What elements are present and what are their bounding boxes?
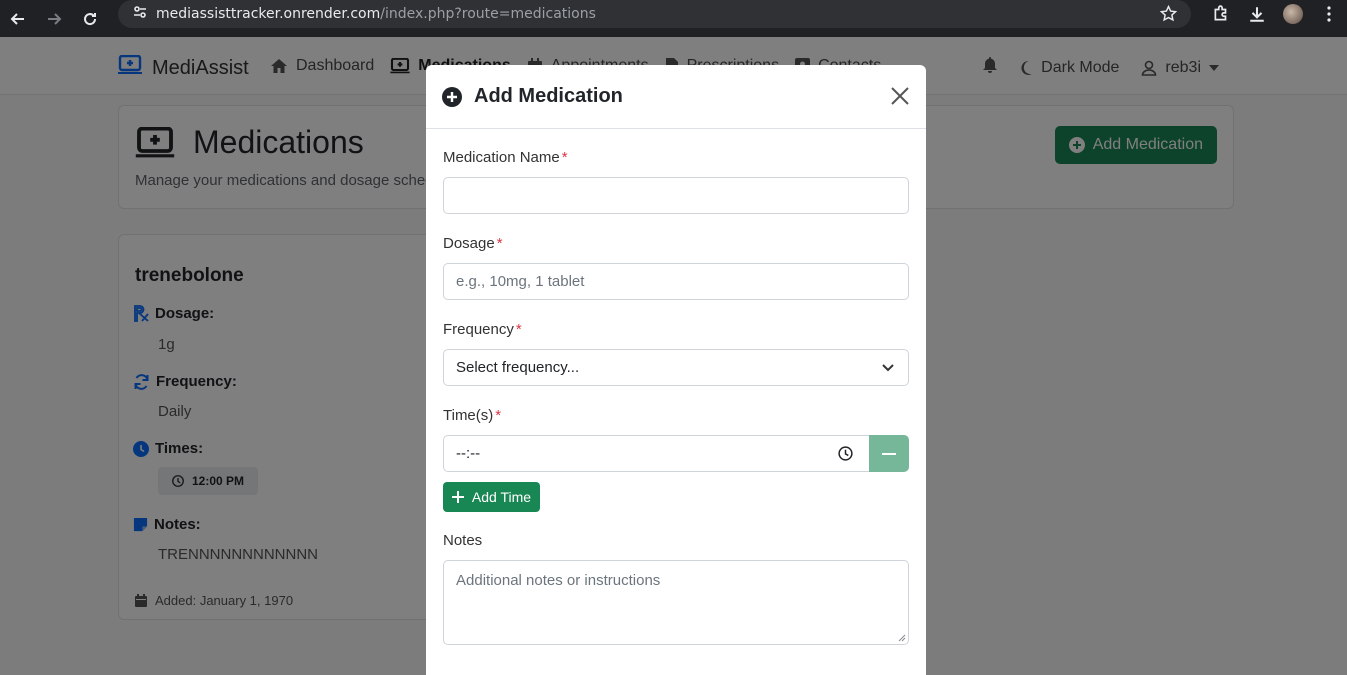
minus-icon <box>882 452 896 455</box>
reload-icon[interactable] <box>72 0 108 37</box>
add-medication-modal: Add Medication Medication Name * Dosage * … <box>426 65 926 675</box>
frequency-field-label: Frequency * <box>443 321 522 338</box>
bookmark-star-icon[interactable] <box>1159 4 1178 27</box>
remove-time-button[interactable] <box>869 435 909 472</box>
modal-header: Add Medication <box>426 65 926 129</box>
frequency-select[interactable]: Select frequency... <box>443 349 909 386</box>
frequency-select-value: Select frequency... <box>456 359 580 376</box>
chevron-down-icon <box>882 363 894 371</box>
close-icon[interactable] <box>890 86 910 111</box>
download-icon[interactable] <box>1239 5 1275 23</box>
notes-placeholder: Additional notes or instructions <box>456 572 661 589</box>
add-time-label: Add Time <box>471 489 532 505</box>
profile-avatar[interactable] <box>1275 4 1311 24</box>
extensions-icon[interactable] <box>1203 5 1239 23</box>
dosage-input[interactable]: e.g., 10mg, 1 tablet <box>443 263 909 300</box>
more-menu-icon[interactable] <box>1311 5 1347 23</box>
site-info-icon[interactable] <box>132 4 150 25</box>
dosage-placeholder: e.g., 10mg, 1 tablet <box>456 273 585 290</box>
resize-handle-icon[interactable] <box>898 634 906 642</box>
address-bar[interactable]: mediassisttracker.onrender.com/index.php… <box>118 0 1191 28</box>
plus-circle-icon <box>442 86 462 107</box>
forward-icon[interactable] <box>36 0 72 37</box>
time-input[interactable]: --:-- <box>443 435 870 472</box>
times-field-label: Time(s) * <box>443 407 502 424</box>
url-text: mediassisttracker.onrender.com/index.php… <box>156 6 596 22</box>
time-input-value: --:-- <box>456 445 481 462</box>
modal-title-text: Add Medication <box>474 85 623 107</box>
plus-icon <box>451 491 464 503</box>
medication-name-label: Medication Name * <box>443 149 568 166</box>
clock-icon[interactable] <box>838 446 853 461</box>
back-icon[interactable] <box>0 0 36 37</box>
notes-textarea[interactable]: Additional notes or instructions <box>443 560 909 645</box>
dosage-field-label: Dosage * <box>443 235 503 252</box>
notes-field-label: Notes <box>443 532 483 549</box>
medication-name-input[interactable] <box>443 177 909 214</box>
add-time-button[interactable]: Add Time <box>443 482 540 512</box>
modal-title: Add Medication <box>442 85 623 108</box>
browser-toolbar: mediassisttracker.onrender.com/index.php… <box>0 0 1347 37</box>
